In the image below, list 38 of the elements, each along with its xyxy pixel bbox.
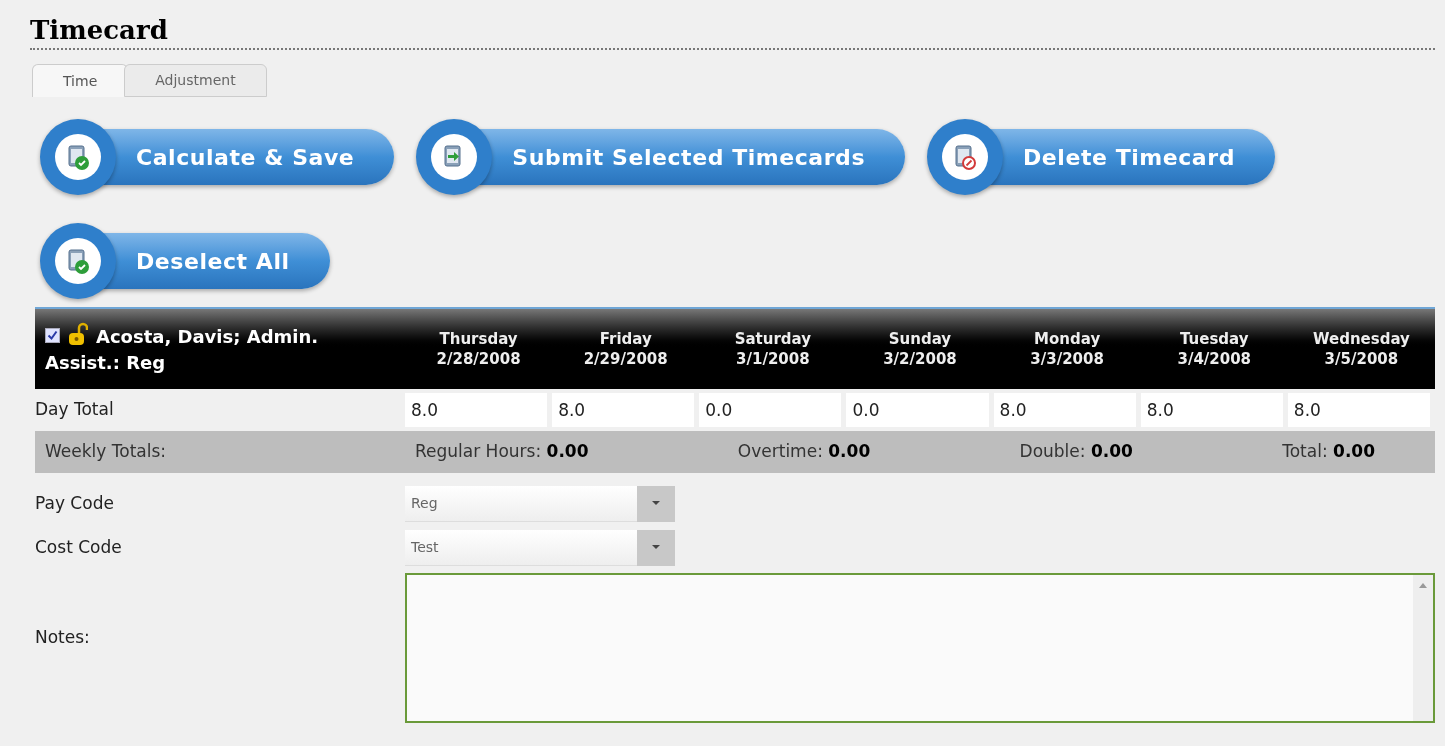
weekly-total: Total: 0.00 <box>1282 440 1375 464</box>
dropdown[interactable]: Reg <box>405 486 675 522</box>
employee-name: Acosta, Davis; Admin. <box>96 325 319 349</box>
row-label: Day Total <box>35 397 115 421</box>
field-label: Cost Code <box>35 536 123 560</box>
select-checkbox[interactable] <box>45 328 60 343</box>
day-header: Friday 2/29/2008 <box>582 329 669 369</box>
document-delete-icon <box>953 144 978 170</box>
document-check-icon <box>66 144 90 170</box>
day-header: Thursday 2/28/2008 <box>435 329 522 369</box>
notes-label: Notes: <box>35 626 91 650</box>
day-total-field[interactable]: 8.0 <box>552 392 695 427</box>
day-header: Saturday 3/1/2008 <box>733 329 813 369</box>
dropdown[interactable]: Test <box>405 530 675 566</box>
tab[interactable]: Adjustment <box>124 64 267 97</box>
day-header: Monday 3/3/2008 <box>1029 329 1105 369</box>
day-total-field[interactable]: 8.0 <box>405 392 548 427</box>
weekly-total: Double: 0.00 <box>1019 440 1133 464</box>
scroll-up-icon[interactable] <box>1419 583 1427 588</box>
day-header: Wednesday 3/5/2008 <box>1311 329 1411 369</box>
day-total-field[interactable]: 0.0 <box>699 392 842 427</box>
weekly-total: Overtime: 0.00 <box>737 440 871 464</box>
open-padlock-icon <box>68 322 88 346</box>
day-total-field[interactable]: 8.0 <box>993 392 1136 427</box>
day-total-field[interactable]: 8.0 <box>1140 392 1283 427</box>
day-header: Tuesday 3/4/2008 <box>1176 329 1253 369</box>
page-title: Timecard <box>30 14 169 46</box>
scrollbar[interactable] <box>1413 575 1433 721</box>
weekly-total: Regular Hours: 0.00 <box>415 440 589 464</box>
day-header: Sunday 3/2/2008 <box>882 329 958 369</box>
field-label: Pay Code <box>35 492 115 516</box>
day-total-field[interactable]: 8.0 <box>1287 392 1430 427</box>
employee-name: Assist.: Reg <box>45 351 167 375</box>
checkmark-icon <box>47 330 58 341</box>
day-total-field[interactable]: 0.0 <box>846 392 989 427</box>
document-check-icon <box>66 248 90 274</box>
weekly-totals-label: Weekly Totals: <box>44 440 168 464</box>
notes-field[interactable] <box>405 573 1435 723</box>
